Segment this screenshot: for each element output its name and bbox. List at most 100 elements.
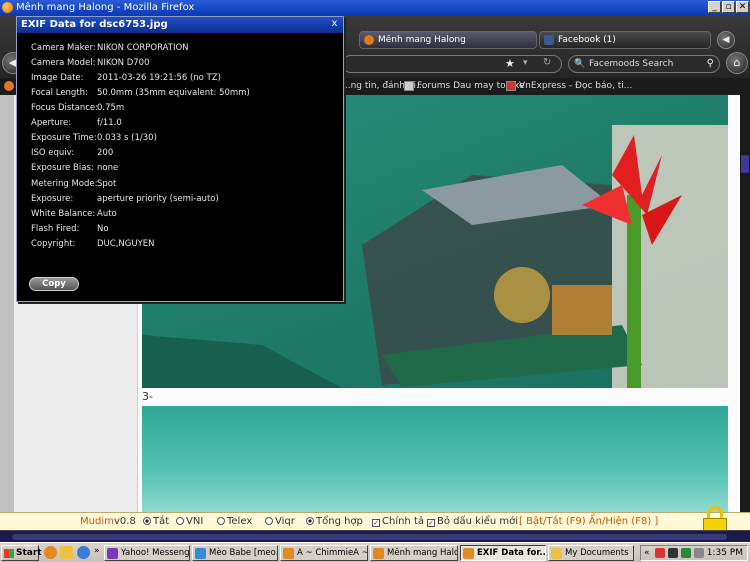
exif-label: Exposure Time: <box>31 133 97 143</box>
start-label: Start <box>16 548 42 558</box>
exif-value: No <box>97 224 109 234</box>
taskbar-app-icon <box>107 548 118 559</box>
minimize-button[interactable]: _ <box>708 1 721 13</box>
maximize-button[interactable]: ▫ <box>722 1 735 13</box>
exif-value: 0.033 s (1/30) <box>97 133 157 143</box>
star-bookmark-icon[interactable]: ★ <box>505 57 515 70</box>
start-button[interactable]: Start <box>1 545 42 561</box>
bookmark-firefox-icon[interactable] <box>4 81 14 91</box>
option-label: VNI <box>186 516 204 527</box>
exif-value: NIKON CORPORATION <box>97 43 189 53</box>
clock: 1:35 PM <box>706 548 743 558</box>
search-input[interactable]: 🔍 Facemoods Search ⚲ <box>568 55 720 73</box>
mudim-name: Mudim <box>80 516 114 527</box>
taskbar-button[interactable]: Mênh mang Halo... <box>370 545 458 561</box>
tray-app-icon[interactable] <box>655 548 665 558</box>
ie-quicklaunch-icon[interactable] <box>77 546 90 559</box>
tray-expand-button[interactable]: « <box>644 546 650 560</box>
exif-label: Focus Distance: <box>31 103 99 113</box>
close-window-button[interactable]: ✕ <box>736 1 749 13</box>
exif-value: f/11.0 <box>97 118 122 128</box>
radio-icon <box>143 517 151 525</box>
scrollbar-track[interactable] <box>12 534 727 540</box>
taskbar-app-icon <box>463 548 474 559</box>
taskbar-button[interactable]: Yahoo! Messenger <box>104 545 190 561</box>
tab-label: Facebook (1) <box>558 35 616 45</box>
url-bar[interactable]: ★ ▾ ↻ <box>342 55 562 73</box>
reload-icon[interactable]: ↻ <box>543 57 551 68</box>
taskbar: Start » Yahoo! Messenger Mèo Babe [meo...… <box>0 542 750 562</box>
exif-row: Focal Length: 50.0mm (35mm equivalent: 50… <box>31 86 331 100</box>
exif-row: Aperture: f/11.0 <box>31 116 331 130</box>
bookmark-label: VnExpress - Đọc báo, ti... <box>519 81 633 91</box>
second-photo <box>142 406 728 512</box>
option-label: Tổng hợp <box>316 516 363 527</box>
search-engine-icon: 🔍 <box>574 59 586 69</box>
mudim-option-tat[interactable]: Tắt <box>143 513 169 531</box>
radio-icon <box>176 517 184 525</box>
tab-menh-mang-halong[interactable]: Mênh mang Halong <box>359 31 537 49</box>
exif-title-text: EXIF Data for dsc6753.jpg <box>21 19 168 30</box>
taskbar-button[interactable]: A ~ ChimmieA ~ ... <box>280 545 368 561</box>
option-label: Viqr <box>275 516 295 527</box>
tab-favicon-icon <box>364 35 374 45</box>
exif-label: Copyright: <box>31 239 76 249</box>
horizontal-scrollbar[interactable] <box>0 530 750 542</box>
photo-caption: 3- <box>142 390 153 403</box>
taskbar-label: My Documents <box>565 548 629 558</box>
mudim-check-chinh-ta[interactable]: ✓ Chính tả <box>372 513 424 531</box>
tray-app-icon[interactable] <box>668 548 678 558</box>
mudim-option-vni[interactable]: VNI <box>176 513 203 531</box>
mudim-option-viqr[interactable]: Viqr <box>265 513 295 531</box>
exif-close-button[interactable]: x <box>329 19 340 30</box>
mudim-check-bo-dau[interactable]: ✓ Bỏ dấu kiểu mới <box>427 513 518 531</box>
mudim-bar: Mudim v0.8 Tắt VNI Telex Viqr Tổng hợp ✓… <box>0 512 750 530</box>
tab-scroll-icon[interactable]: ◀ <box>717 31 735 49</box>
windows-flag-icon <box>4 549 14 558</box>
window-titlebar: Mênh mang Halong - Mozilla Firefox <box>0 0 750 15</box>
home-button[interactable]: ⌂ <box>726 52 748 74</box>
exif-row: Exposure: aperture priority (semi-auto) <box>31 192 331 206</box>
exif-row: Focus Distance: 0.75m <box>31 101 331 115</box>
tray-network-icon[interactable] <box>681 548 691 558</box>
exif-label: ISO equiv: <box>31 148 75 158</box>
taskbar-button[interactable]: My Documents <box>548 545 634 561</box>
exif-value: DUC,NGUYEN <box>97 239 155 249</box>
check-label: Chính tả <box>382 516 425 527</box>
mudim-hotkeys: [ Bật/Tắt (F9) Ẩn/Hiện (F8) ] <box>519 516 659 527</box>
radio-icon <box>217 517 225 525</box>
mudim-option-telex[interactable]: Telex <box>217 513 252 531</box>
bookmark-page-icon <box>506 81 516 91</box>
exif-label: Exposure Bias: <box>31 163 94 173</box>
search-go-icon[interactable]: ⚲ <box>707 56 714 72</box>
taskbar-button[interactable]: EXIF Data for... <box>460 545 546 561</box>
folder-quicklaunch-icon[interactable] <box>60 546 73 559</box>
exif-dialog: EXIF Data for dsc6753.jpg x Camera Maker… <box>16 16 344 302</box>
mudim-option-tong-hop[interactable]: Tổng hợp <box>306 513 363 531</box>
exif-value: 2011-03-26 19:21:56 (no TZ) <box>97 73 221 83</box>
exif-row: Copyright: DUC,NGUYEN <box>31 237 331 251</box>
taskbar-app-icon <box>373 548 384 559</box>
exif-dialog-title: EXIF Data for dsc6753.jpg <box>17 17 343 33</box>
tab-facebook[interactable]: Facebook (1) <box>539 31 711 49</box>
exif-label: Flash Fired: <box>31 224 80 234</box>
scrollbar-thumb[interactable] <box>741 155 749 173</box>
exif-row: Camera Maker: NIKON CORPORATION <box>31 41 331 55</box>
taskbar-button[interactable]: Mèo Babe [meo... <box>192 545 278 561</box>
exif-value: 0.75m <box>97 103 125 113</box>
quicklaunch-chevron-icon[interactable]: » <box>94 546 100 556</box>
bookmark-item[interactable]: VnExpress - Đọc báo, ti... <box>506 78 632 94</box>
exif-label: Aperture: <box>31 118 72 128</box>
tab-strip: Mênh mang Halong Facebook (1) ◀ <box>345 31 750 51</box>
taskbar-label: Mênh mang Halo... <box>387 548 457 558</box>
exif-row: Exposure Bias: none <box>31 161 331 175</box>
dropdown-icon[interactable]: ▾ <box>523 58 528 68</box>
checkbox-icon: ✓ <box>372 519 380 527</box>
checkbox-icon: ✓ <box>427 519 435 527</box>
tray-volume-icon[interactable] <box>694 548 704 558</box>
option-label: Telex <box>227 516 253 527</box>
firefox-quicklaunch-icon[interactable] <box>44 546 57 559</box>
copy-button[interactable]: Copy <box>29 277 79 291</box>
option-label: Tắt <box>153 516 170 527</box>
taskbar-label: EXIF Data for... <box>477 548 546 558</box>
